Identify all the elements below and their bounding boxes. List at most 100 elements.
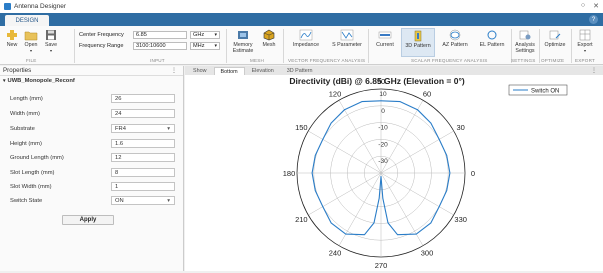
tab-elevation[interactable]: Elevation <box>245 67 280 75</box>
angle-tick-label: 120 <box>329 89 342 98</box>
angle-tick-label: 180 <box>283 169 296 178</box>
separator <box>368 29 369 63</box>
series-point <box>378 197 380 199</box>
series-point <box>417 109 418 111</box>
apply-button[interactable]: Apply <box>62 215 114 225</box>
property-label: Slot Width (mm) <box>10 183 52 190</box>
property-label: Height (mm) <box>10 140 42 147</box>
window-title: Antenna Designer <box>14 3 67 10</box>
new-button[interactable]: New <box>4 29 20 48</box>
series-point <box>430 122 432 124</box>
mesh-button[interactable]: Mesh <box>259 29 279 48</box>
object-name[interactable]: ▾ UWB_Monopole_Reconf <box>0 76 183 86</box>
radial-tick-label: -30 <box>378 158 388 165</box>
series-point <box>322 139 324 140</box>
property-row: Slot Length (mm) 8 <box>10 168 175 177</box>
center-frequency-unit-select[interactable]: GHz <box>190 31 220 39</box>
angle-tick-label: 300 <box>421 249 434 258</box>
property-label: Width (mm) <box>10 110 40 117</box>
polar-chart: Directivity (dBi) @ 6.85 GHz (Elevation … <box>283 76 568 270</box>
series-point <box>322 206 324 208</box>
properties-header: Properties ⋮ <box>0 66 183 76</box>
property-label: Slot Length (mm) <box>10 169 55 176</box>
plot-menu-icon[interactable]: ⋮ <box>591 67 597 74</box>
polar-grid: 0 30 60 90 120 150 180 210 240 270 300 330 10 0 -10 -20… <box>283 77 475 270</box>
angle-tick-label: 60 <box>423 89 431 98</box>
open-button[interactable]: Open ▾ <box>22 29 40 54</box>
angle-tick-label: 210 <box>295 215 308 224</box>
settings-group-label: SETTINGS <box>511 58 536 63</box>
angle-tick-label: 90 <box>377 77 385 86</box>
app-icon <box>4 3 11 10</box>
help-icon[interactable]: ? <box>589 15 598 24</box>
legend-label: Switch ON <box>531 89 559 95</box>
s-parameter-icon <box>340 29 354 41</box>
tab-bottom[interactable]: Bottom <box>213 67 245 75</box>
current-button[interactable]: Current <box>371 29 399 48</box>
frequency-range-input[interactable]: 3100:10600 <box>133 42 187 50</box>
series-point <box>446 190 448 191</box>
series-point <box>415 233 417 235</box>
series-point <box>314 155 316 156</box>
property-label: Length (mm) <box>10 95 43 102</box>
property-label: Ground Length (mm) <box>10 154 64 161</box>
property-row: Length (mm) 26 <box>10 94 175 103</box>
optimize-button[interactable]: Optimize <box>540 29 570 48</box>
memory-estimate-button[interactable]: Memory Estimate <box>230 29 256 54</box>
series-point <box>364 234 365 236</box>
3d-pattern-button[interactable]: 3D Pattern <box>401 28 435 57</box>
series-point <box>387 222 389 224</box>
property-row: Switch State ON <box>10 196 175 205</box>
series-point <box>438 139 440 140</box>
save-button[interactable]: Save ▾ <box>42 29 60 54</box>
ground-length-input[interactable]: 12 <box>111 153 175 162</box>
center-frequency-row: Center Frequency 6.85 GHz <box>79 31 220 39</box>
frequency-range-unit-select[interactable]: MHz <box>190 42 220 50</box>
window-controls: ○ ✕ <box>581 2 599 10</box>
export-button[interactable]: Export ▾ <box>573 29 597 54</box>
az-pattern-icon <box>449 29 461 41</box>
s-parameter-button[interactable]: S Parameter <box>328 29 366 48</box>
substrate-select[interactable]: FR4 <box>111 124 175 133</box>
center-frequency-input[interactable]: 6.85 <box>133 31 187 39</box>
vfa-group-label: VECTOR FREQUENCY ANALYSIS <box>288 58 366 63</box>
width-input[interactable]: 24 <box>111 109 175 118</box>
series-point <box>397 234 398 236</box>
frequency-range-label: Frequency Range <box>79 43 124 49</box>
properties-menu-icon[interactable]: ⋮ <box>171 67 177 74</box>
impedance-button[interactable]: Impedance <box>286 29 326 48</box>
tab-show[interactable]: Show <box>187 67 213 75</box>
collapse-icon[interactable]: ▾ <box>3 78 6 84</box>
chart-legend: Switch ON <box>508 84 568 96</box>
series-point <box>399 101 401 102</box>
property-label: Switch State <box>10 197 43 204</box>
el-pattern-icon <box>487 30 497 40</box>
plot-panel: Show Bottom Elevation 3D Pattern ⋮ Direc… <box>185 66 603 271</box>
tab-3d-pattern[interactable]: 3D Pattern <box>280 67 319 75</box>
slot-length-input[interactable]: 8 <box>111 168 175 177</box>
analysis-settings-button[interactable]: Analysis Settings <box>512 29 538 54</box>
property-row: Substrate FR4 <box>10 124 175 133</box>
series-point <box>430 222 432 224</box>
series-point <box>380 100 382 102</box>
series-point <box>330 222 332 224</box>
series-point <box>373 222 375 224</box>
switch-state-select[interactable]: ON <box>111 196 175 205</box>
3d-pattern-icon <box>414 30 422 42</box>
series-point <box>446 155 448 156</box>
close-button[interactable]: ✕ <box>593 2 599 10</box>
toolstrip: New Open ▾ Save ▾ FILE Center Frequency 6.… <box>0 26 603 65</box>
az-pattern-button[interactable]: AZ Pattern <box>437 29 473 48</box>
mesh-group-label: MESH <box>250 58 265 63</box>
angle-tick-label: 330 <box>454 215 467 224</box>
length-input[interactable]: 26 <box>111 94 175 103</box>
slot-width-input[interactable]: 1 <box>111 182 175 191</box>
radial-tick-label: 10 <box>379 91 387 98</box>
height-input[interactable]: 1.6 <box>111 139 175 148</box>
angle-tick-label: 0 <box>471 169 475 178</box>
plot-tab-bar: Show Bottom Elevation 3D Pattern ⋮ <box>185 66 603 75</box>
plus-icon <box>7 30 17 40</box>
minimize-button[interactable]: ○ <box>581 2 585 10</box>
tab-design[interactable]: DESIGN <box>5 15 49 26</box>
el-pattern-button[interactable]: EL Pattern <box>475 29 509 48</box>
